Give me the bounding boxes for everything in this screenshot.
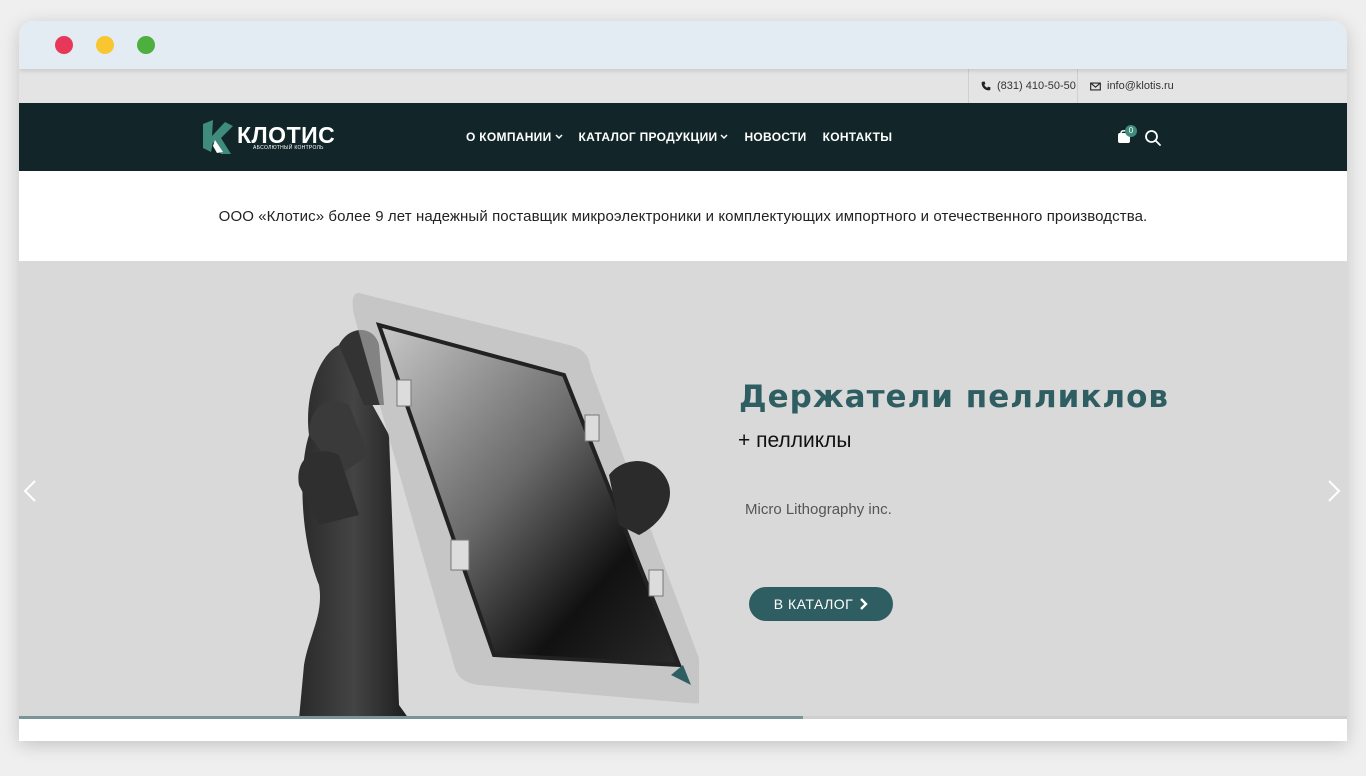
cart-count-badge: 0: [1125, 125, 1137, 137]
to-catalog-button[interactable]: В КАТАЛОГ: [749, 587, 893, 621]
nav-item-label: О КОМПАНИИ: [466, 130, 552, 144]
klotis-logo-mark: [203, 120, 233, 154]
search-icon[interactable]: [1144, 129, 1162, 147]
company-intro: ООО «Клотис» более 9 лет надежный постав…: [19, 171, 1347, 261]
main-navbar: КЛОТИС АБСОЛЮТНЫЙ КОНТРОЛЬ О КОМПАНИИ КА…: [19, 103, 1347, 171]
nav-actions: 0: [1117, 125, 1167, 151]
main-menu: О КОМПАНИИ КАТАЛОГ ПРОДУКЦИИ НОВОСТИ КОН…: [466, 103, 892, 171]
cart-button[interactable]: 0: [1117, 125, 1137, 146]
slider-prev-arrow[interactable]: [23, 479, 37, 503]
logo-tagline: АБСОЛЮТНЫЙ КОНТРОЛЬ: [253, 145, 324, 151]
hero-title: Держатели пелликлов: [739, 379, 1170, 415]
browser-window: (831) 410-50-50 info@klotis.ru КЛОТИС АБ…: [19, 21, 1347, 741]
hero-slider: Держатели пелликлов + пелликлы Micro Lit…: [19, 261, 1347, 719]
email-contact[interactable]: info@klotis.ru: [1077, 69, 1174, 103]
nav-item-about[interactable]: О КОМПАНИИ: [466, 130, 563, 144]
hero-subtitle: + пелликлы: [738, 429, 852, 452]
window-titlebar: [19, 21, 1347, 69]
pellicle-holder-hand-image: [298, 293, 699, 719]
cta-label: В КАТАЛОГ: [773, 596, 854, 612]
chevron-down-icon: [555, 134, 563, 140]
maximize-window-dot[interactable]: [137, 36, 155, 54]
phone-contact[interactable]: (831) 410-50-50: [968, 69, 1079, 103]
chevron-right-icon: [860, 598, 868, 610]
slider-next-arrow[interactable]: [1327, 479, 1341, 503]
slide-progress-bar: [19, 716, 1347, 719]
close-window-dot[interactable]: [55, 36, 73, 54]
hero-brand: Micro Lithography inc.: [745, 501, 892, 518]
phone-text: (831) 410-50-50: [997, 80, 1076, 92]
intro-text: ООО «Клотис» более 9 лет надежный постав…: [218, 207, 1148, 225]
nav-item-catalog[interactable]: КАТАЛОГ ПРОДУКЦИИ: [579, 130, 729, 144]
contact-topbar: (831) 410-50-50 info@klotis.ru: [19, 69, 1347, 103]
nav-item-news[interactable]: НОВОСТИ: [744, 130, 806, 144]
phone-icon: [981, 81, 991, 91]
slide-progress-fill: [19, 716, 803, 719]
email-text: info@klotis.ru: [1107, 80, 1174, 92]
site-logo[interactable]: КЛОТИС АБСОЛЮТНЫЙ КОНТРОЛЬ: [201, 118, 341, 158]
nav-item-label: НОВОСТИ: [744, 130, 807, 144]
nav-item-label: КОНТАКТЫ: [822, 130, 893, 144]
nav-item-label: КАТАЛОГ ПРОДУКЦИИ: [578, 130, 718, 144]
chevron-down-icon: [720, 134, 728, 140]
envelope-icon: [1090, 82, 1101, 90]
minimize-window-dot[interactable]: [96, 36, 114, 54]
nav-item-contacts[interactable]: КОНТАКТЫ: [823, 130, 893, 144]
